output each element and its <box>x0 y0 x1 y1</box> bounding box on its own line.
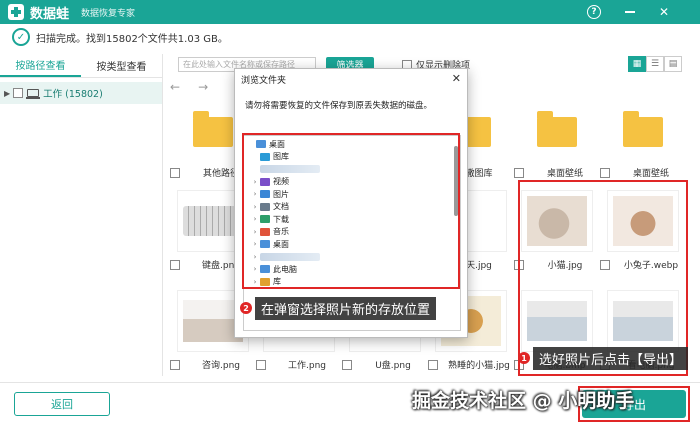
step-note-2: 在弹窗选择照片新的存放位置 <box>255 297 437 320</box>
app-logo-icon <box>8 4 24 20</box>
back-arrow-icon[interactable]: ← <box>170 80 180 94</box>
folder-thumbnail[interactable] <box>607 98 679 160</box>
dialog-close-icon[interactable]: ✕ <box>452 72 461 85</box>
folder-item[interactable]: 桌面壁纸 <box>600 98 686 179</box>
step-badge-1: 1 <box>518 352 530 364</box>
folder-icon <box>537 111 577 147</box>
tab-by-type[interactable]: 按类型查看 <box>81 54 162 77</box>
title-bar: 数据蛙 数据恢复专家 ? ✕ <box>0 0 700 24</box>
scan-status-text: 扫描完成。找到15802个文件共1.03 GB。 <box>36 33 228 45</box>
file-caption: 工作.png <box>256 358 342 371</box>
grid-view-icon[interactable]: ▦ <box>628 56 646 72</box>
file-checkbox[interactable] <box>600 167 610 178</box>
file-checkbox[interactable] <box>170 359 180 370</box>
nav-arrows: ← → <box>170 80 208 94</box>
file-name: 工作.png <box>288 361 326 371</box>
file-checkbox[interactable] <box>170 259 180 270</box>
tab-by-path[interactable]: 按路径查看 <box>0 54 81 77</box>
app-subtitle: 数据恢复专家 <box>81 8 136 19</box>
view-mode-buttons: ▦ ☰ ▤ <box>628 56 682 72</box>
file-name: U盘.png <box>375 361 411 371</box>
drive-checkbox[interactable] <box>13 88 24 98</box>
folder-thumbnail[interactable] <box>521 98 593 160</box>
folder-icon <box>623 111 663 147</box>
sidebar: 按路径查看 按类型查看 ▶ 工作 (15802) <box>0 54 163 376</box>
detail-view-icon[interactable]: ▤ <box>664 56 682 72</box>
help-button[interactable]: ? <box>586 4 602 20</box>
view-tabs: 按路径查看 按类型查看 <box>0 54 162 78</box>
file-checkbox[interactable] <box>256 359 266 370</box>
file-checkbox[interactable] <box>428 359 438 370</box>
close-icon: ✕ <box>658 5 670 19</box>
check-icon: ✓ <box>12 28 30 46</box>
dialog-title-bar: 浏览文件夹 ✕ <box>235 69 467 89</box>
tree-item-drive[interactable]: ▶ 工作 (15802) <box>0 82 162 104</box>
folder-icon <box>193 111 233 147</box>
drive-icon <box>26 89 41 99</box>
file-checkbox[interactable] <box>342 359 352 370</box>
file-name: 咨询.png <box>202 361 240 371</box>
help-icon: ? <box>587 5 601 19</box>
minimize-icon <box>625 11 635 13</box>
file-name: 桌面壁纸 <box>632 169 669 179</box>
list-view-icon[interactable]: ☰ <box>646 56 664 72</box>
close-button[interactable]: ✕ <box>656 4 672 20</box>
minimize-button[interactable] <box>622 4 638 20</box>
folder-tree-highlight <box>242 133 460 289</box>
file-caption: 桌面壁纸 <box>514 166 600 179</box>
file-name: 桌面壁纸 <box>546 169 583 179</box>
forward-arrow-icon[interactable]: → <box>198 80 208 94</box>
file-caption: 桌面壁纸 <box>600 166 686 179</box>
dialog-message: 请勿将需要恢复的文件保存到原丢失数据的磁盘。 <box>245 101 433 111</box>
dialog-title: 浏览文件夹 <box>241 75 287 86</box>
step-badge-2: 2 <box>240 302 252 314</box>
app-brand: 数据蛙 <box>30 6 70 22</box>
file-caption: U盘.png <box>342 358 428 371</box>
expand-arrow-icon[interactable]: ▶ <box>4 89 10 98</box>
step-note-1: 选好照片后点击【导出】 <box>533 347 689 370</box>
file-name: 熟睡的小猫.jpg <box>448 361 510 371</box>
file-checkbox[interactable] <box>514 167 524 178</box>
file-caption: 熟睡的小猫.jpg <box>428 358 514 371</box>
drive-label: 工作 (15802) <box>43 89 103 100</box>
back-button[interactable]: 返回 <box>14 392 110 416</box>
watermark: 掘金技术社区 @ 小明助手 <box>412 390 635 412</box>
file-caption: 咨询.png <box>170 358 256 371</box>
folder-item[interactable]: 桌面壁纸 <box>514 98 600 179</box>
file-checkbox[interactable] <box>170 167 180 178</box>
scan-status-row: ✓ 扫描完成。找到15802个文件共1.03 GB。 <box>0 24 700 50</box>
